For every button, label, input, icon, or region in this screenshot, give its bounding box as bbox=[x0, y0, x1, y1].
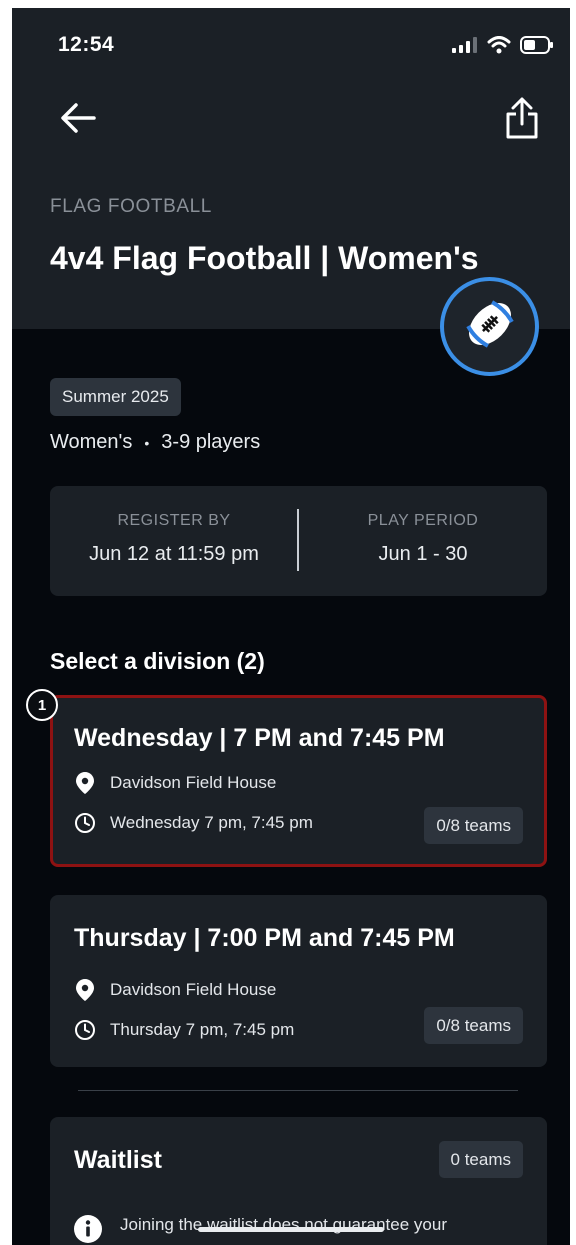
teams-count-chip: 0/8 teams bbox=[424, 807, 523, 844]
players-label: 3-9 players bbox=[161, 431, 261, 453]
division-card-wednesday[interactable]: Wednesday | 7 PM and 7:45 PM Davidson Fi… bbox=[50, 695, 547, 867]
section-separator bbox=[78, 1090, 518, 1091]
page-title: 4v4 Flag Football | Women's bbox=[50, 240, 479, 276]
info-icon bbox=[74, 1215, 102, 1245]
division-schedule-row: Thursday 7 pm, 7:45 pm bbox=[74, 1019, 294, 1041]
division-location-row: Davidson Field House bbox=[74, 772, 276, 794]
division-location: Davidson Field House bbox=[110, 773, 277, 792]
location-pin-icon bbox=[74, 979, 96, 1001]
home-indicator bbox=[198, 1227, 384, 1232]
sport-category: FLAG FOOTBALL bbox=[50, 196, 212, 217]
gender-label: Women's bbox=[50, 431, 133, 453]
teams-count-chip: 0/8 teams bbox=[424, 1007, 523, 1044]
cellular-signal-icon bbox=[452, 37, 478, 58]
season-chip: Summer 2025 bbox=[50, 378, 181, 416]
meta-separator: • bbox=[144, 434, 150, 451]
register-by-value: Jun 12 at 11:59 pm bbox=[89, 543, 259, 565]
division-schedule: Thursday 7 pm, 7:45 pm bbox=[110, 1020, 295, 1039]
location-pin-icon bbox=[74, 772, 96, 794]
register-by-section: REGISTER BY Jun 12 at 11:59 pm bbox=[50, 486, 298, 596]
battery-icon bbox=[520, 36, 554, 59]
division-location: Davidson Field House bbox=[110, 980, 277, 999]
event-meta: Women's • 3-9 players bbox=[50, 431, 260, 454]
clock-icon bbox=[74, 1019, 96, 1041]
status-time: 12:54 bbox=[58, 33, 115, 56]
sport-badge bbox=[440, 277, 539, 376]
status-icons bbox=[452, 36, 554, 59]
arrow-left-icon bbox=[60, 102, 96, 139]
dates-card: REGISTER BY Jun 12 at 11:59 pm PLAY PERI… bbox=[50, 486, 547, 596]
waitlist-teams-chip: 0 teams bbox=[438, 1141, 523, 1178]
play-period-section: PLAY PERIOD Jun 1 - 30 bbox=[299, 486, 547, 596]
waitlist-card[interactable]: Waitlist 0 teams Joining the waitlist do… bbox=[50, 1117, 547, 1245]
phone-screen: 12:54 FLAG FOOTBALL 4v4 Flag Football | … bbox=[12, 8, 570, 1245]
division-title: Wednesday | 7 PM and 7:45 PM bbox=[74, 724, 445, 752]
share-icon bbox=[504, 96, 540, 145]
division-section-title: Select a division (2) bbox=[50, 648, 265, 674]
division-location-row: Davidson Field House bbox=[74, 979, 276, 1001]
share-button[interactable] bbox=[500, 96, 544, 144]
clock-icon bbox=[74, 812, 96, 834]
wifi-icon bbox=[487, 36, 511, 59]
division-title: Thursday | 7:00 PM and 7:45 PM bbox=[74, 924, 455, 952]
back-button[interactable] bbox=[56, 98, 100, 142]
step-marker: 1 bbox=[26, 689, 58, 721]
waitlist-note-text: Joining the waitlist does not guarantee … bbox=[120, 1215, 447, 1234]
register-by-label: REGISTER BY bbox=[117, 512, 231, 529]
status-bar: 12:54 bbox=[12, 8, 570, 78]
football-icon bbox=[462, 296, 518, 357]
play-period-label: PLAY PERIOD bbox=[367, 512, 479, 529]
division-card-thursday[interactable]: Thursday | 7:00 PM and 7:45 PM Davidson … bbox=[50, 895, 547, 1067]
division-schedule-row: Wednesday 7 pm, 7:45 pm bbox=[74, 812, 313, 834]
waitlist-title: Waitlist bbox=[74, 1146, 162, 1174]
division-schedule: Wednesday 7 pm, 7:45 pm bbox=[110, 813, 313, 832]
play-period-value: Jun 1 - 30 bbox=[378, 543, 468, 565]
